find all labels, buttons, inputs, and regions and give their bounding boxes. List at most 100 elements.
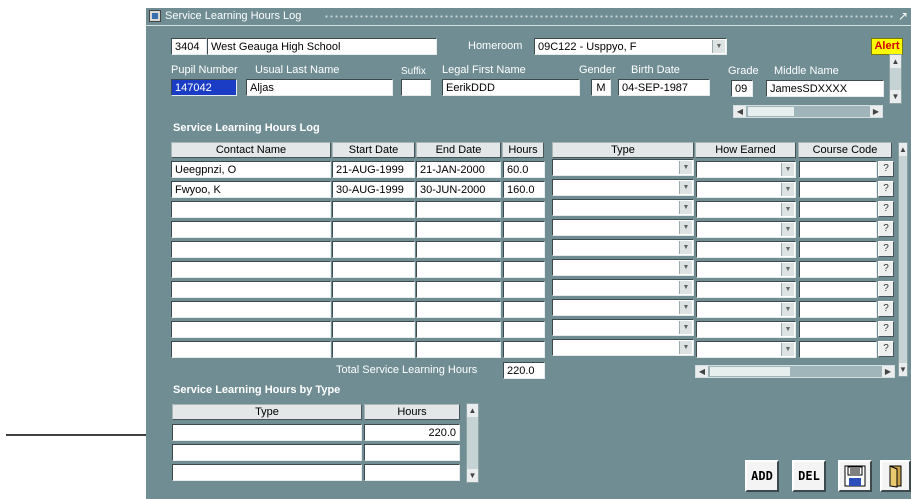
end-date-cell[interactable] xyxy=(416,241,501,258)
contact-name-cell[interactable]: Fwyoo, K xyxy=(171,181,331,198)
type-select[interactable]: ▼ xyxy=(552,179,694,196)
exit-button[interactable] xyxy=(880,460,911,492)
lookup-button[interactable]: ? xyxy=(878,181,894,197)
bytype-vertical-scrollbar[interactable]: ▲ ▼ xyxy=(466,403,479,483)
hours-cell[interactable] xyxy=(503,301,545,318)
scroll-left-icon[interactable]: ◀ xyxy=(734,106,746,117)
start-date-cell[interactable] xyxy=(332,241,415,258)
student-vertical-scrollbar[interactable]: ▲ ▼ xyxy=(889,54,902,104)
contact-name-cell[interactable]: Ueegpnzi, O xyxy=(171,161,331,178)
suffix-field[interactable] xyxy=(401,79,431,96)
how-earned-select[interactable]: ▼ xyxy=(696,221,796,238)
lookup-button[interactable]: ? xyxy=(878,321,894,337)
chevron-down-icon[interactable]: ▼ xyxy=(781,223,794,236)
course-code-cell[interactable] xyxy=(799,281,877,298)
chevron-down-icon[interactable]: ▼ xyxy=(679,321,692,334)
type-select[interactable]: ▼ xyxy=(552,239,694,256)
hours-cell[interactable] xyxy=(503,201,545,218)
hours-cell[interactable] xyxy=(503,341,545,358)
chevron-down-icon[interactable]: ▼ xyxy=(781,163,794,176)
hours-cell[interactable] xyxy=(503,281,545,298)
scroll-up-icon[interactable]: ▲ xyxy=(899,143,907,156)
hours-cell[interactable]: 160.0 xyxy=(503,181,545,198)
chevron-down-icon[interactable]: ▼ xyxy=(679,221,692,234)
chevron-down-icon[interactable]: ▼ xyxy=(781,283,794,296)
chevron-down-icon[interactable]: ▼ xyxy=(712,40,725,53)
contact-name-cell[interactable] xyxy=(171,201,331,218)
end-date-cell[interactable] xyxy=(416,261,501,278)
chevron-down-icon[interactable]: ▼ xyxy=(679,341,692,354)
course-code-cell[interactable] xyxy=(799,321,877,338)
type-select[interactable]: ▼ xyxy=(552,259,694,276)
end-date-cell[interactable] xyxy=(416,281,501,298)
hours-cell[interactable] xyxy=(503,241,545,258)
chevron-down-icon[interactable]: ▼ xyxy=(679,201,692,214)
last-name-field[interactable]: Aljas xyxy=(246,79,393,96)
scroll-down-icon[interactable]: ▼ xyxy=(467,469,478,482)
bytype-hours-cell[interactable] xyxy=(364,444,460,461)
start-date-cell[interactable] xyxy=(332,301,415,318)
chevron-down-icon[interactable]: ▼ xyxy=(679,161,692,174)
hours-cell[interactable]: 60.0 xyxy=(503,161,545,178)
chevron-down-icon[interactable]: ▼ xyxy=(781,303,794,316)
chevron-down-icon[interactable]: ▼ xyxy=(679,261,692,274)
start-date-cell[interactable]: 21-AUG-1999 xyxy=(332,161,415,178)
bytype-type-cell[interactable] xyxy=(172,444,362,461)
type-select[interactable]: ▼ xyxy=(552,159,694,176)
how-earned-select[interactable]: ▼ xyxy=(696,261,796,278)
start-date-cell[interactable] xyxy=(332,321,415,338)
end-date-cell[interactable] xyxy=(416,201,501,218)
grade-field[interactable]: 09 xyxy=(731,80,753,97)
chevron-down-icon[interactable]: ▼ xyxy=(679,281,692,294)
lookup-button[interactable]: ? xyxy=(878,241,894,257)
scroll-down-icon[interactable]: ▼ xyxy=(890,90,901,103)
how-earned-select[interactable]: ▼ xyxy=(696,181,796,198)
end-date-cell[interactable]: 30-JUN-2000 xyxy=(416,181,501,198)
lookup-button[interactable]: ? xyxy=(878,221,894,237)
end-date-cell[interactable] xyxy=(416,301,501,318)
middle-name-horizontal-scrollbar[interactable]: ◀ ▶ xyxy=(733,105,883,118)
course-code-cell[interactable] xyxy=(799,221,877,238)
start-date-cell[interactable] xyxy=(332,201,415,218)
scroll-thumb[interactable] xyxy=(710,367,790,376)
type-select[interactable]: ▼ xyxy=(552,339,694,356)
chevron-down-icon[interactable]: ▼ xyxy=(781,323,794,336)
scroll-right-icon[interactable]: ▶ xyxy=(870,106,882,117)
contact-name-cell[interactable] xyxy=(171,261,331,278)
contact-name-cell[interactable] xyxy=(171,301,331,318)
add-button[interactable]: ADD xyxy=(745,460,779,492)
scroll-up-icon[interactable]: ▲ xyxy=(890,55,901,68)
school-name-field[interactable]: West Geauga High School xyxy=(207,38,437,55)
start-date-cell[interactable] xyxy=(332,281,415,298)
bytype-hours-cell[interactable]: 220.0 xyxy=(364,424,460,441)
course-code-cell[interactable] xyxy=(799,161,877,178)
how-earned-select[interactable]: ▼ xyxy=(696,341,796,358)
chevron-down-icon[interactable]: ▼ xyxy=(781,183,794,196)
hours-cell[interactable] xyxy=(503,261,545,278)
end-date-cell[interactable] xyxy=(416,221,501,238)
how-earned-select[interactable]: ▼ xyxy=(696,281,796,298)
bytype-hours-cell[interactable] xyxy=(364,464,460,481)
delete-button[interactable]: DEL xyxy=(792,460,826,492)
contact-name-cell[interactable] xyxy=(171,341,331,358)
middle-name-field[interactable]: JamesSDXXXX xyxy=(766,80,884,97)
type-select[interactable]: ▼ xyxy=(552,279,694,296)
type-select[interactable]: ▼ xyxy=(552,299,694,316)
lookup-button[interactable]: ? xyxy=(878,161,894,177)
how-earned-select[interactable]: ▼ xyxy=(696,201,796,218)
end-date-cell[interactable]: 21-JAN-2000 xyxy=(416,161,501,178)
chevron-down-icon[interactable]: ▼ xyxy=(679,181,692,194)
course-code-cell[interactable] xyxy=(799,201,877,218)
bytype-type-cell[interactable] xyxy=(172,464,362,481)
type-select[interactable]: ▼ xyxy=(552,219,694,236)
gender-field[interactable]: M xyxy=(591,79,611,96)
contact-name-cell[interactable] xyxy=(171,241,331,258)
chevron-down-icon[interactable]: ▼ xyxy=(781,203,794,216)
how-earned-select[interactable]: ▼ xyxy=(696,241,796,258)
scroll-up-icon[interactable]: ▲ xyxy=(467,404,478,417)
school-code-field[interactable]: 3404 xyxy=(171,38,207,55)
lookup-button[interactable]: ? xyxy=(878,301,894,317)
alert-button[interactable]: Alert xyxy=(871,38,903,55)
course-code-cell[interactable] xyxy=(799,341,877,358)
hours-cell[interactable] xyxy=(503,321,545,338)
